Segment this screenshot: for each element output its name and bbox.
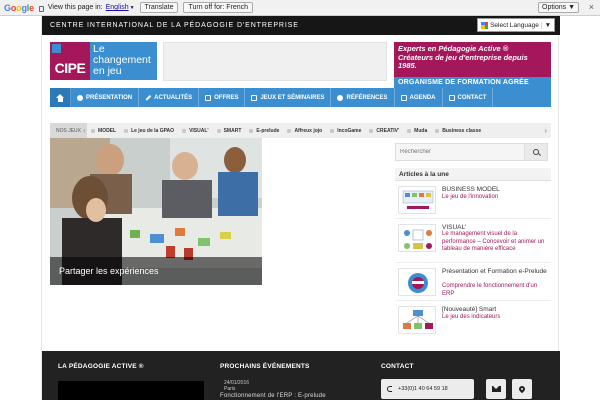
article-title[interactable]: BUSINESS MODEL	[442, 186, 548, 194]
cards-icon	[251, 94, 258, 101]
experts-banner: Experts en Pédagogie Active ® Créateurs …	[394, 42, 551, 77]
article-subtitle: Le jeu des indicateurs	[442, 314, 501, 320]
subnav-item[interactable]: MODEL	[91, 128, 116, 134]
article-title[interactable]: [Nouveauté] Smart	[442, 306, 548, 314]
nav-actualites[interactable]: ACTUALITÉS	[139, 88, 200, 107]
page-container: CENTRE INTERNATIONAL DE LA PÉDAGOGIE D'E…	[41, 16, 560, 400]
list-item[interactable]: VISUAL' Le management visuel de la perfo…	[395, 219, 551, 263]
search-form	[395, 143, 548, 161]
article-thumbnail[interactable]	[398, 268, 436, 296]
subnav-item[interactable]: Le jeu de la GPAO	[124, 128, 174, 134]
article-thumbnail[interactable]	[398, 186, 436, 214]
featured-articles: Articles à la une BUSINESS MODEL Le jeu …	[395, 168, 551, 338]
search-input[interactable]	[395, 143, 525, 161]
view-page-text: View this page in:	[47, 4, 103, 11]
banner-placeholder	[163, 42, 387, 81]
translate-button[interactable]: Translate	[139, 2, 179, 13]
footer-pedagogie-title: LA PÉDAGOGIE ACTIVE ®	[58, 363, 144, 370]
language-select[interactable]: Select Language | ▼	[477, 18, 555, 32]
cipe-logo[interactable]: CIPE Le changement en jeu	[50, 42, 157, 80]
subnav-item[interactable]: Business classe	[435, 128, 481, 134]
video-player[interactable]	[58, 381, 204, 400]
close-icon[interactable]: ×	[589, 2, 594, 13]
subnav-item[interactable]: Muda	[407, 128, 427, 134]
chevron-right-icon[interactable]: ›	[544, 126, 547, 135]
logo-tagline: Le changement en jeu	[90, 42, 157, 80]
articles-heading: Articles à la une	[395, 168, 551, 181]
nav-offres[interactable]: OFFRES	[199, 88, 246, 107]
chevron-left-icon[interactable]: ‹	[83, 126, 91, 135]
subnav-item[interactable]: SMART	[217, 128, 242, 134]
site-title: CENTRE INTERNATIONAL DE LA PÉDAGOGIE D'E…	[50, 22, 299, 29]
google-logo: Google	[4, 2, 34, 13]
subnav-item[interactable]: VISUAL'	[182, 128, 209, 134]
search-button[interactable]	[525, 143, 548, 161]
subnav-label: NOS JEUX	[50, 123, 88, 138]
footer: LA PÉDAGOGIE ACTIVE ® PROCHAINS ÉVÉNEMEN…	[42, 351, 560, 400]
phone-button[interactable]: +33(0)1 40 64 59 18	[381, 379, 474, 399]
home-icon	[55, 93, 65, 102]
map-button[interactable]	[512, 379, 532, 399]
featured-image[interactable]: Partager les expériences	[50, 138, 262, 285]
google-translate-bar: Google View this page in: English ▼ Trans…	[0, 0, 600, 16]
logo-brand: CIPE	[50, 42, 90, 80]
language-link[interactable]: English	[106, 4, 129, 11]
turn-off-button[interactable]: Turn off for: French	[183, 2, 253, 13]
search-icon	[533, 149, 539, 155]
nav-references[interactable]: RÉFÉRENCES	[331, 88, 395, 107]
envelope-icon	[448, 94, 455, 101]
nav-agenda[interactable]: AGENDA	[395, 88, 443, 107]
phone-icon	[387, 386, 392, 392]
subnav-item[interactable]: IncoGame	[330, 128, 361, 134]
nav-contact[interactable]: CONTACT	[443, 88, 494, 107]
list-item[interactable]: Présentation et Formation e-Prelude Comp…	[395, 263, 551, 301]
article-subtitle: Le management visuel de la performance –…	[442, 231, 545, 252]
article-subtitle: Le jeu de l'innovation	[442, 194, 499, 200]
event-title[interactable]: Fonctionnement de l'ERP : E-prelude	[220, 393, 326, 399]
games-subnav: NOS JEUX ‹ MODEL Le jeu de la GPAO VISUA…	[50, 123, 551, 138]
logo-square	[52, 44, 61, 53]
article-thumbnail[interactable]	[398, 224, 436, 252]
nav-presentation[interactable]: PRÉSENTATION	[71, 88, 140, 107]
event-date: 24/01/2016 Paris	[224, 380, 250, 392]
map-pin-icon	[517, 384, 527, 394]
subnav-item[interactable]: CREATIV'	[369, 128, 399, 134]
top-strip: CENTRE INTERNATIONAL DE LA PÉDAGOGIE D'E…	[42, 16, 560, 35]
hero-caption[interactable]: Partager les expériences	[50, 257, 262, 285]
list-item[interactable]: BUSINESS MODEL Le jeu de l'innovation	[395, 181, 551, 219]
lock-icon	[38, 5, 44, 12]
article-subtitle: Comprendre le fonctionnement d'un ERP	[442, 283, 538, 297]
email-button[interactable]	[486, 379, 506, 399]
language-select-label: Select Language	[490, 21, 539, 29]
briefcase-icon	[205, 94, 212, 101]
subnav-item[interactable]: Affreux jojo	[287, 128, 322, 134]
nav-home[interactable]	[50, 88, 71, 107]
subnav-item[interactable]: E-prelude	[249, 128, 279, 134]
footer-events-title: PROCHAINS ÉVÉNEMENTS	[220, 363, 310, 370]
nav-jeux-seminaires[interactable]: JEUX ET SÉMINAIRES	[245, 88, 332, 107]
pencil-icon	[144, 94, 152, 101]
article-thumbnail[interactable]	[398, 306, 436, 334]
check-icon	[337, 94, 344, 101]
list-item[interactable]: [Nouveauté] Smart Le jeu des indicateurs	[395, 301, 551, 339]
user-icon	[77, 94, 83, 101]
google-icon	[481, 21, 489, 29]
calendar-icon	[400, 94, 407, 101]
article-title[interactable]: Présentation et Formation e-Prelude	[442, 268, 548, 276]
footer-contact-title: CONTACT	[381, 363, 414, 370]
envelope-icon	[491, 386, 501, 392]
main-nav: PRÉSENTATION ACTUALITÉS OFFRES JEUX ET S…	[50, 88, 551, 107]
options-button[interactable]: Options ▼	[538, 2, 579, 13]
phone-number: +33(0)1 40 64 59 18	[398, 386, 448, 392]
organisme-banner: ORGANISME DE FORMATION AGRÉE	[394, 77, 551, 88]
chevron-down-icon[interactable]: ▼	[130, 5, 135, 11]
chevron-down-icon: ▼	[544, 21, 551, 29]
